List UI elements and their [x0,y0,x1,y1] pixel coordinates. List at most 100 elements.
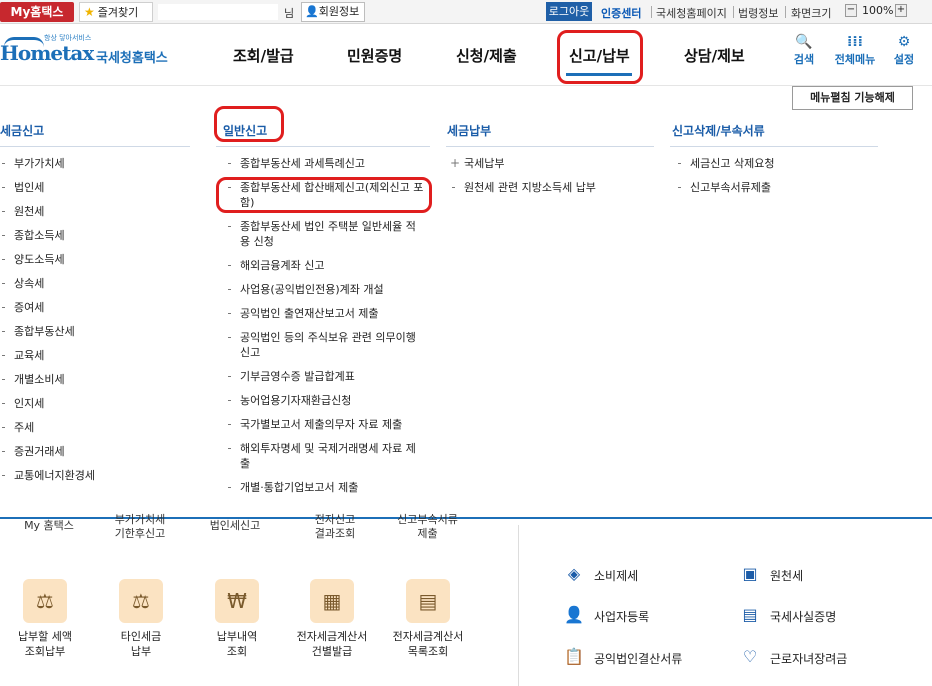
gear-icon: ⚙ [897,34,911,50]
menu-item-public-corp-stock[interactable]: 공익법인 등의 주식보유 관련 의무이행 신고 [226,330,426,360]
menu-item-country-report[interactable]: 국가별보고서 제출의무자 자료 제출 [226,417,426,432]
menu-item-farm-refund[interactable]: 농어업용기자재환급신청 [226,393,426,408]
member-info-label: 회원정보 [318,5,360,18]
column-divider [518,525,519,686]
menu-item-education-tax[interactable]: 교육세 [0,348,95,363]
member-info-button[interactable]: 👤회원정보 [301,2,365,22]
menu-item-property-special[interactable]: 종합부동산세 과세특례신고 [226,156,426,171]
menu-item-property-corp-rate[interactable]: 종합부동산세 법인 주택분 일반세율 적용 신청 [226,219,426,249]
quick-my-hometax[interactable]: My 홈택스 [14,519,84,533]
person-icon: 👤 [305,5,319,18]
menu-item-liquor-tax[interactable]: 주세 [0,420,95,435]
user-name-field [158,4,278,20]
salary-icon: ▣ [742,564,758,583]
quick-vat-late[interactable]: 부가가치세 기한후신고 [95,513,185,541]
nav-lookup-issue[interactable]: 조회/발급 [233,45,294,66]
menu-unfix-button[interactable]: 메뉴펼침 기능해제 [792,86,913,110]
grid-icon: ⁞⁞⁞ [847,34,863,50]
service-label: 원천세 [770,569,804,583]
service-label: 공익법인결산서류 [594,652,683,666]
menu-item-income-tax[interactable]: 종합소득세 [0,228,95,243]
menu-item-corp-tax[interactable]: 법인세 [0,180,95,195]
menu-item-gift-tax[interactable]: 증여세 [0,300,95,315]
invoice-list-icon: ▤ [406,579,450,623]
diamond-icon: ◈ [567,564,581,583]
menu-item-energy-tax[interactable]: 교통에너지환경세 [0,468,95,483]
column-divider [670,146,878,147]
separator [785,6,786,18]
menu-item-overseas-investment[interactable]: 해외투자명세 및 국제거래명세 자료 제출 [226,441,426,471]
logout-button[interactable]: 로그아웃 [546,2,592,21]
menu-item-transfer-tax[interactable]: 양도소득세 [0,252,95,267]
quick-e-report-result[interactable]: 전자신고 결과조회 [295,513,375,541]
quick-corp-tax[interactable]: 법인세신고 [200,519,270,533]
menu-item-overseas-account[interactable]: 해외금융계좌 신고 [226,258,426,273]
column-divider [0,146,190,147]
tax-pot-icon: ⚖ [119,579,163,623]
lower-page-content: My 홈택스 부가가치세 기한후신고 법인세신고 전자신고 결과조회 신고부속서… [0,513,932,686]
separator [651,6,652,18]
menu-item-stamp-tax[interactable]: 인지세 [0,396,95,411]
user-suffix: 님 [284,7,295,20]
payment-history-icon: ₩ [215,579,259,623]
all-menu-tool[interactable]: ⁞⁞⁞ 전체메뉴 [828,33,882,67]
column-divider [446,146,654,147]
tile-invoice-list[interactable]: ▤ 전자세금계산서 목록조회 [383,579,473,659]
clipboard-icon: 📋 [564,647,584,666]
column-title-delete-docs[interactable]: 신고삭제/부속서류 [672,122,765,139]
column-title-tax-payment[interactable]: 세금납부 [447,122,491,139]
highlight-report-pay-tab [557,30,643,84]
tax-report-list: 부가가치세 법인세 원천세 종합소득세 양도소득세 상속세 증여세 종합부동산세… [0,156,95,492]
nts-homepage-link[interactable]: 국세청홈페이지 [656,5,727,21]
favorites-button[interactable]: ★ 즐겨찾기 [79,2,153,22]
menu-item-attach-docs[interactable]: 신고부속서류제출 [676,180,876,195]
tile-tax-due-label: 납부할 세액 조회납부 [17,630,73,658]
tile-others-tax[interactable]: ⚖ 타인세금 납부 [96,579,186,659]
star-icon: ★ [84,5,95,19]
invoice-icon: ▦ [310,579,354,623]
zoom-in-button[interactable]: + [895,4,907,17]
quick-attach-docs[interactable]: 신고부속서류 제출 [385,513,470,541]
menu-item-donation-receipt[interactable]: 기부금영수증 발급합계표 [226,369,426,384]
column-divider [216,146,430,147]
nav-apply-submit[interactable]: 신청/제출 [456,45,517,66]
tile-payment-history[interactable]: ₩ 납부내역 조회 [192,579,282,659]
menu-item-vat[interactable]: 부가가치세 [0,156,95,171]
law-info-link[interactable]: 법령정보 [738,5,778,21]
menu-item-inheritance-tax[interactable]: 상속세 [0,276,95,291]
menu-item-company-report[interactable]: 개별·통합기업보고서 제출 [226,480,426,495]
hometax-logo[interactable]: 항상 닿아서비스 Hometax 국세청홈택스 [0,33,180,73]
menu-item-withholding[interactable]: 원천세 [0,204,95,219]
tile-tax-due[interactable]: ⚖ 납부할 세액 조회납부 [0,579,90,659]
favorites-label: 즐겨찾기 [97,6,139,19]
menu-item-business-account[interactable]: 사업용(공익법인전용)계좌 개설 [226,282,426,297]
search-icon: 🔍 [795,34,813,50]
service-label: 사업자등록 [594,610,650,624]
nav-civil-cert[interactable]: 민원증명 [347,45,402,66]
search-tool[interactable]: 🔍 검색 [788,33,820,67]
menu-item-property-tax[interactable]: 종합부동산세 [0,324,95,339]
nav-consult-report[interactable]: 상담/제보 [684,45,745,66]
my-hometax-button[interactable]: My홈택스 [0,2,74,22]
service-label: 소비제세 [594,569,639,583]
tile-invoice-issue[interactable]: ▦ 전자세금계산서 건별발급 [287,579,377,659]
column-title-tax-report[interactable]: 세금신고 [0,122,44,139]
menu-item-local-income-tax[interactable]: 원천세 관련 지방소득세 납부 [450,180,650,195]
service-label: 근로자녀장려금 [770,652,848,666]
person-icon: 👤 [564,605,584,624]
logo-korean-name: 국세청홈택스 [96,51,168,66]
cert-center-link[interactable]: 인증센터 [601,5,641,21]
separator [733,6,734,18]
highlight-property-exclusion [216,177,432,213]
menu-item-delete-request[interactable]: 세금신고 삭제요청 [676,156,876,171]
menu-item-securities-tax[interactable]: 증권거래세 [0,444,95,459]
all-menu-label: 전체메뉴 [834,53,876,66]
menu-item-consumption-tax[interactable]: 개별소비세 [0,372,95,387]
menu-item-public-corp-report[interactable]: 공익법인 출연재산보고서 제출 [226,306,426,321]
site-header: 항상 닿아서비스 Hometax 국세청홈택스 조회/발급 민원증명 신청/제출… [0,25,932,85]
menu-item-national-tax-payment[interactable]: 국세납부 [450,156,650,171]
settings-tool[interactable]: ⚙ 설정 [890,33,918,67]
service-label: 국세사실증명 [770,610,837,624]
tile-invoice-issue-label: 전자세금계산서 건별발급 [296,630,368,658]
zoom-out-button[interactable]: − [845,4,857,17]
